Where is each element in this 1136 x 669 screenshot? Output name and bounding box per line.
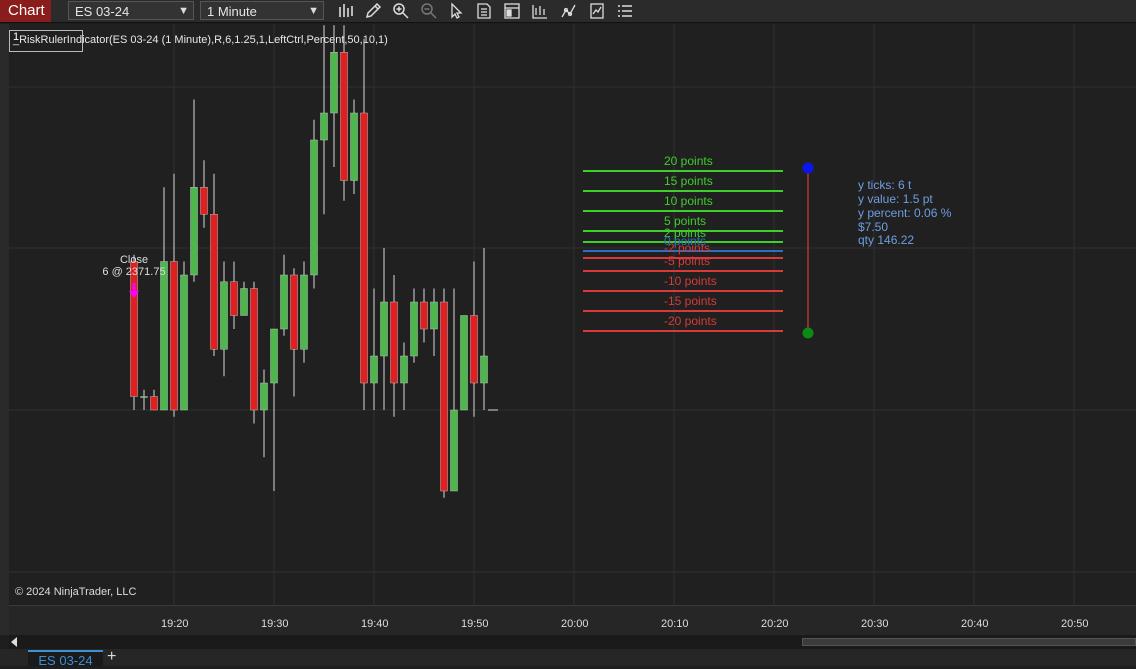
candle-body (400, 355, 408, 384)
zoom-out-icon[interactable] (420, 2, 438, 20)
ruler-level-label: -2 points (664, 241, 711, 255)
candle-body (130, 261, 138, 397)
ruler-start-handle[interactable] (802, 162, 814, 174)
candle-body (260, 382, 268, 411)
candle-body (470, 315, 478, 384)
candle-body (450, 409, 458, 492)
ruler-level-label: -15 points (664, 294, 717, 308)
candle-body (200, 187, 208, 215)
tab-instrument[interactable]: ES 03-24 (28, 650, 103, 668)
ruler-level-label: 20 points (664, 154, 713, 168)
candle-body (170, 261, 178, 411)
zoom-in-icon[interactable] (392, 2, 410, 20)
candle-body (380, 301, 388, 357)
candle-body (160, 261, 168, 411)
scroll-left-icon[interactable] (11, 637, 17, 647)
candle-body (460, 315, 468, 411)
candle-body (440, 301, 448, 492)
time-axis[interactable]: 19:20 19:30 19:40 19:50 20:00 20:10 20:2… (9, 605, 1136, 636)
bars-type-icon[interactable] (337, 2, 355, 20)
candle-body (220, 281, 228, 350)
copyright-notice: © 2024 NinjaTrader, LLC (15, 586, 137, 598)
indicators-icon[interactable] (531, 2, 549, 20)
time-tick-label: 19:50 (461, 618, 489, 630)
pencil-icon[interactable] (364, 2, 382, 20)
time-tick-label: 19:30 (261, 618, 289, 630)
candle-body (430, 301, 438, 330)
ruler-level-label: 15 points (664, 174, 713, 188)
candle-body (280, 274, 288, 330)
scrollbar-thumb[interactable] (802, 638, 1136, 646)
candle-body (230, 281, 238, 316)
candle-body (320, 112, 328, 141)
interval-selector[interactable]: 1 Minute ▼ (200, 1, 324, 20)
info-dollars: $7.50 (858, 220, 889, 234)
tab-bar (0, 649, 1136, 666)
time-tick-label: 19:40 (361, 618, 389, 630)
candle-body (180, 274, 188, 411)
candle-body (190, 187, 198, 276)
instrument-selector[interactable]: ES 03-24 ▼ (68, 1, 194, 20)
time-tick-label: 20:50 (1061, 618, 1089, 630)
chevron-down-icon: ▼ (308, 5, 319, 17)
candle-body (410, 301, 418, 357)
candle-body (350, 112, 358, 181)
chart-canvas[interactable] (0, 0, 1136, 666)
menu-icon[interactable] (616, 2, 634, 20)
candle-body (270, 328, 278, 384)
info-y-ticks: y ticks: 6 t (858, 178, 912, 192)
interval-value: 1 Minute (207, 4, 257, 19)
time-tick-label: 20:00 (561, 618, 589, 630)
candle-body (290, 274, 298, 350)
ruler-end-handle[interactable] (802, 327, 814, 339)
time-tick-label: 20:40 (961, 618, 989, 630)
candle-body (390, 301, 398, 384)
candle-body (360, 112, 368, 384)
ruler-level-label: -10 points (664, 274, 717, 288)
info-y-value: y value: 1.5 pt (858, 192, 933, 206)
info-qty: qty 146.22 (858, 233, 915, 247)
execution-label-fill: 6 @ 2371.75 (102, 266, 166, 278)
instrument-value: ES 03-24 (75, 4, 130, 19)
time-tick-label: 20:20 (761, 618, 789, 630)
candle-body (480, 355, 488, 384)
candle-body (330, 52, 338, 114)
strategies-icon[interactable] (560, 2, 578, 20)
candle-body (210, 214, 218, 350)
candle-body (370, 355, 378, 384)
indicator-label[interactable]: _RiskRulerIndicator(ES 03-24 (1 Minute),… (13, 34, 388, 46)
templates-icon[interactable] (588, 2, 606, 20)
data-box-icon[interactable] (475, 2, 493, 20)
candle-body (250, 288, 258, 411)
candle-body (340, 52, 348, 181)
chevron-down-icon: ▼ (178, 5, 189, 17)
ruler-level-label: 10 points (664, 194, 713, 208)
info-y-percent: y percent: 0.06 % (858, 206, 952, 220)
time-tick-label: 19:20 (161, 618, 189, 630)
execution-arrow-shaft (132, 283, 136, 291)
chart-window-tab[interactable]: Chart (0, 0, 51, 22)
execution-label-action: Close (119, 254, 149, 266)
add-tab-button[interactable]: + (107, 648, 116, 666)
candle-body (150, 396, 158, 411)
properties-icon[interactable] (503, 2, 521, 20)
candle-body (300, 274, 308, 350)
pointer-icon[interactable] (447, 2, 465, 20)
time-tick-label: 20:30 (861, 618, 889, 630)
candle-body (310, 139, 318, 276)
candle-body (240, 288, 248, 316)
time-tick-label: 20:10 (661, 618, 689, 630)
ruler-level-label: -20 points (664, 314, 717, 328)
candle-body (140, 396, 148, 398)
candle-body (420, 301, 428, 330)
ruler-level-label: -5 points (664, 254, 711, 268)
